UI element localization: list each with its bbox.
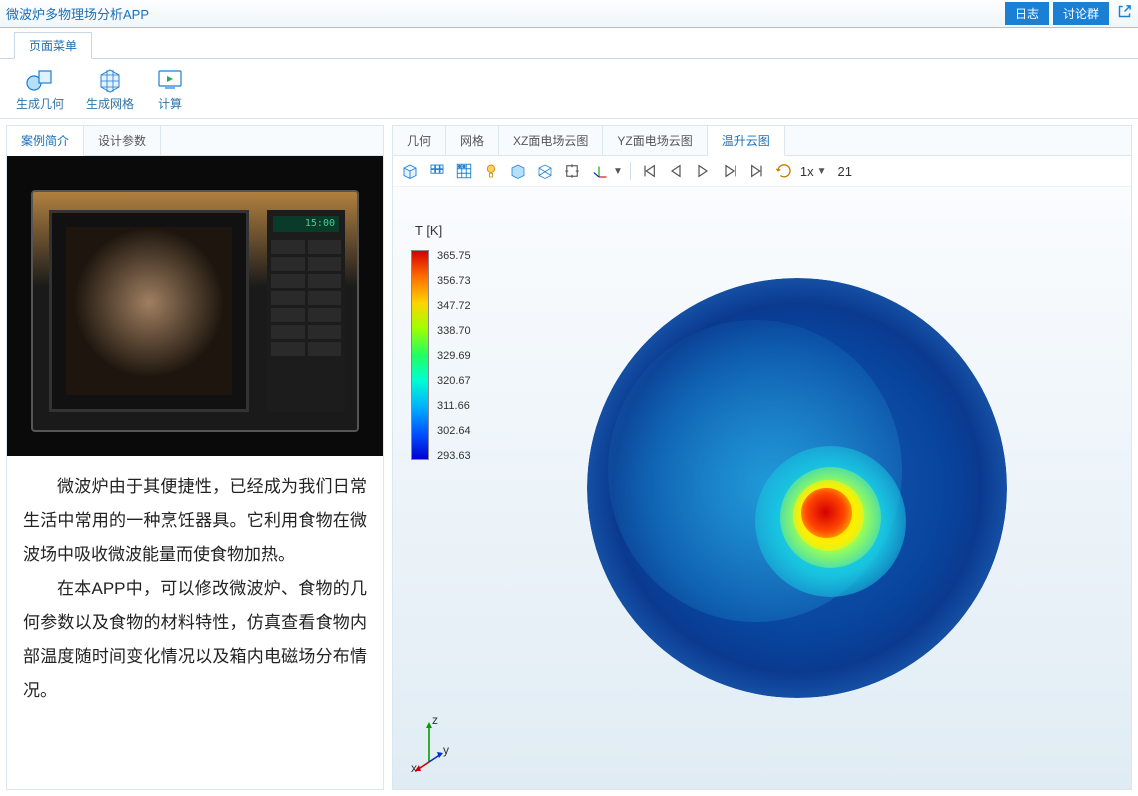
tab-case-intro[interactable]: 案例简介: [7, 126, 84, 156]
table-icon[interactable]: [453, 160, 475, 182]
legend-title: T [K]: [415, 223, 471, 238]
wireframe-icon[interactable]: [534, 160, 556, 182]
zoom-extents-icon[interactable]: [561, 160, 583, 182]
tab-geometry[interactable]: 几何: [393, 126, 446, 155]
view-toolbar: ▼ 1x▼ 21: [393, 156, 1131, 187]
next-frame-icon[interactable]: [719, 160, 741, 182]
tab-design-params[interactable]: 设计参数: [84, 126, 161, 155]
legend-label: 347.72: [437, 300, 471, 312]
case-paragraph-2: 在本APP中，可以修改微波炉、食物的几何参数以及食物的材料特性，仿真查看食物内部…: [23, 572, 367, 708]
popout-icon[interactable]: [1117, 4, 1132, 23]
colorbar: [411, 250, 429, 460]
header-bar: 微波炉多物理场分析APP 日志 讨论群: [0, 0, 1138, 28]
legend-label: 338.70: [437, 325, 471, 337]
log-button[interactable]: 日志: [1005, 2, 1049, 25]
gen-mesh-button[interactable]: 生成网格: [84, 65, 136, 114]
tab-mesh[interactable]: 网格: [446, 126, 499, 155]
menubar: 页面菜单: [0, 28, 1138, 59]
temperature-plot: [587, 278, 1007, 698]
light-icon[interactable]: [480, 160, 502, 182]
dropdown-icon[interactable]: ▼: [613, 166, 623, 177]
compute-label: 计算: [158, 95, 182, 112]
gen-mesh-label: 生成网格: [86, 95, 134, 112]
ribbon: 生成几何 生成网格 计算: [0, 59, 1138, 119]
compute-icon: [156, 67, 184, 93]
box-view-icon[interactable]: [399, 160, 421, 182]
legend-label: 320.67: [437, 375, 471, 387]
case-paragraph-1: 微波炉由于其便捷性，已经成为我们日常生活中常用的一种烹饪器具。它利用食物在微波场…: [23, 470, 367, 572]
legend-label: 365.75: [437, 250, 471, 262]
axis-triad: z y x: [407, 714, 467, 777]
legend-label: 293.63: [437, 450, 471, 462]
svg-text:z: z: [432, 714, 438, 727]
tab-temp-rise[interactable]: 温升云图: [708, 126, 785, 156]
color-legend: T [K] 365.75 356.73 347.72 338.70 329.69…: [411, 223, 471, 462]
gen-geometry-label: 生成几何: [16, 95, 64, 112]
mesh-icon: [96, 67, 124, 93]
case-description: 微波炉由于其便捷性，已经成为我们日常生活中常用的一种烹饪器具。它利用食物在微波场…: [7, 456, 383, 722]
compute-button[interactable]: 计算: [154, 65, 186, 114]
app-title: 微波炉多物理场分析APP: [6, 4, 1001, 23]
discuss-button[interactable]: 讨论群: [1053, 2, 1109, 25]
microwave-display: 15:00: [273, 216, 339, 232]
tab-xz-field[interactable]: XZ面电场云图: [499, 126, 603, 155]
svg-text:x: x: [411, 761, 417, 774]
axis-triad-icon[interactable]: [588, 160, 610, 182]
left-tabbar: 案例简介 设计参数: [7, 126, 383, 156]
playback-speed[interactable]: 1x: [800, 164, 814, 179]
legend-label: 356.73: [437, 275, 471, 287]
microwave-photo: 15:00: [7, 156, 383, 456]
svg-text:y: y: [443, 743, 449, 757]
right-tabbar: 几何 网格 XZ面电场云图 YZ面电场云图 温升云图: [393, 126, 1131, 156]
last-frame-icon[interactable]: [746, 160, 768, 182]
play-icon[interactable]: [692, 160, 714, 182]
tab-yz-field[interactable]: YZ面电场云图: [603, 126, 707, 155]
tab-page-menu[interactable]: 页面菜单: [14, 32, 92, 59]
transparency-icon[interactable]: [507, 160, 529, 182]
prev-frame-icon[interactable]: [665, 160, 687, 182]
legend-label: 311.66: [437, 400, 471, 412]
grid-icon[interactable]: [426, 160, 448, 182]
case-intro-content: 15:00 微波炉由于其便捷性，已经成为我们日常生活中常用的一种烹饪器具。它利用…: [7, 156, 383, 789]
frame-number: 21: [838, 164, 852, 179]
legend-label: 329.69: [437, 350, 471, 362]
right-panel: 几何 网格 XZ面电场云图 YZ面电场云图 温升云图 ▼: [392, 125, 1132, 790]
legend-labels: 365.75 356.73 347.72 338.70 329.69 320.6…: [437, 250, 471, 462]
loop-icon[interactable]: [773, 160, 795, 182]
geometry-icon: [26, 67, 54, 93]
gen-geometry-button[interactable]: 生成几何: [14, 65, 66, 114]
legend-label: 302.64: [437, 425, 471, 437]
3d-viewport[interactable]: T [K] 365.75 356.73 347.72 338.70 329.69…: [393, 187, 1131, 789]
left-panel: 案例简介 设计参数 15:00: [6, 125, 384, 790]
speed-dropdown-icon[interactable]: ▼: [817, 166, 827, 177]
first-frame-icon[interactable]: [638, 160, 660, 182]
